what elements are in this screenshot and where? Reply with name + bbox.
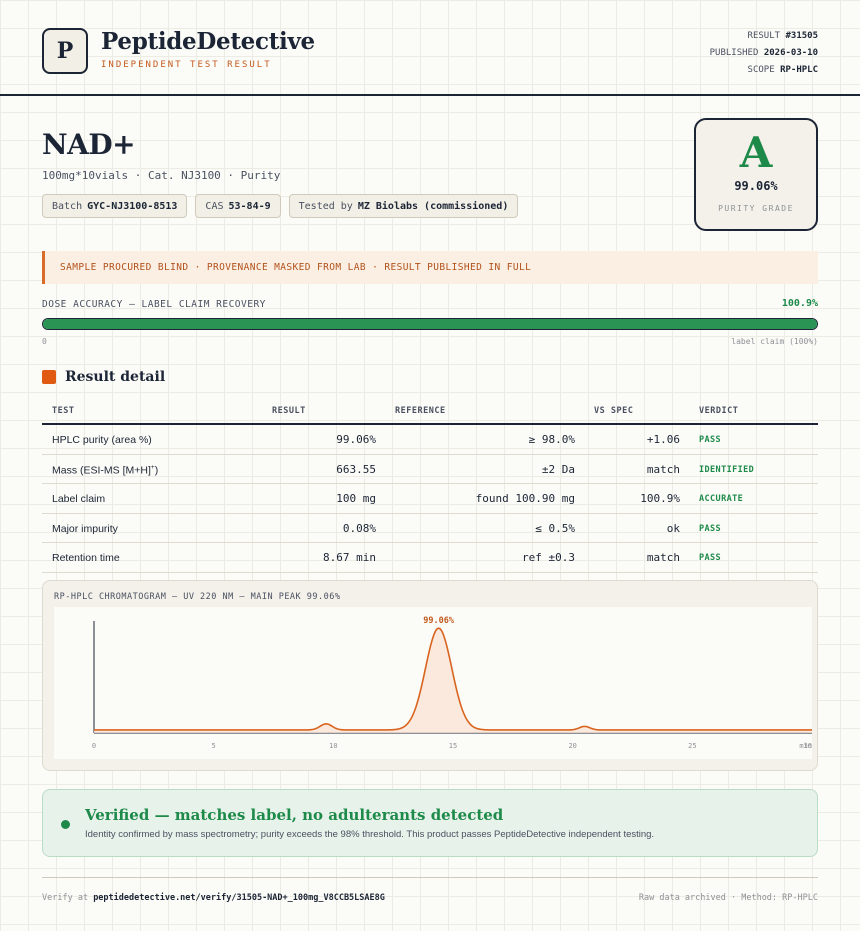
cell-verdict: ACCURATE xyxy=(699,494,744,504)
result-detail-heading: Result detail xyxy=(42,369,165,385)
verified-dot-icon xyxy=(61,820,70,829)
cell-result: 99.06% xyxy=(336,433,376,446)
cell-test: Mass (ESI-MS [M+H]+) xyxy=(52,464,158,477)
col-test: TEST xyxy=(52,406,75,416)
report-meta: RESULT #31505 PUBLISHED 2026-03-10 SCOPE… xyxy=(710,28,818,79)
cell-reference: ref ±0.3 xyxy=(522,551,575,564)
batch-chip-label: Batch xyxy=(52,200,83,212)
cell-result: 663.55 xyxy=(336,462,376,476)
table-row: Label claim 100 mg found 100.90 mg 100.9… xyxy=(42,484,818,514)
cell-test: Retention time xyxy=(52,552,120,564)
brand-tagline: INDEPENDENT TEST RESULT xyxy=(101,60,272,70)
cell-reference: found 100.90 mg xyxy=(475,492,575,505)
published-date: 2026-03-10 xyxy=(763,48,818,58)
verified-description: Identity confirmed by mass spectrometry;… xyxy=(85,829,655,840)
tested-by-chip-value: MZ Biolabs (commissioned) xyxy=(357,200,509,212)
footer-divider xyxy=(42,877,818,878)
cell-test: HPLC purity (area %) xyxy=(52,434,152,446)
table-row: Retention time 8.67 min ref ±0.3 match P… xyxy=(42,543,818,573)
cas-chip-value: 53-84-9 xyxy=(228,200,271,212)
cell-vs-spec: match xyxy=(646,462,680,476)
brand-logo: P xyxy=(42,28,88,74)
product-name: NAD+ xyxy=(42,128,136,161)
verify-link[interactable]: peptidedetective.net/verify/31505-NAD+_1… xyxy=(93,893,385,903)
chromatogram-plot: 0 5 10 15 20 25 30 min 99.06% xyxy=(54,607,812,759)
col-vs-spec: VS SPEC xyxy=(594,406,634,416)
report-header: P PeptideDetective INDEPENDENT TEST RESU… xyxy=(0,0,860,96)
cell-result: 0.08% xyxy=(342,521,376,535)
table-row: Major impurity 0.08% ≤ 0.5% ok PASS xyxy=(42,514,818,543)
cas-chip-label: CAS xyxy=(205,200,224,212)
procurement-banner: SAMPLE PROCURED BLIND · PROVENANCE MASKE… xyxy=(42,251,818,284)
result-label: RESULT xyxy=(747,31,781,41)
main-peak-label: 99.06% xyxy=(423,616,455,626)
x-tick-label: 10 xyxy=(329,742,337,750)
chromatogram-area xyxy=(94,628,812,733)
cell-verdict: PASS xyxy=(699,553,722,563)
x-unit-label: min xyxy=(799,742,812,750)
chromatogram-panel: RP-HPLC CHROMATOGRAM — UV 220 NM — MAIN … xyxy=(42,580,818,771)
dose-accuracy-value: 100.9% xyxy=(781,298,818,309)
dose-progress-fill xyxy=(43,319,817,329)
cell-vs-spec: +1.06 xyxy=(646,433,680,446)
cell-verdict: PASS xyxy=(699,523,722,534)
batch-chip-value: GYC-NJ3100-8513 xyxy=(87,200,178,212)
cell-reference: ≥ 98.0% xyxy=(528,433,575,446)
x-tick-labels: 0 5 10 15 20 25 30min xyxy=(92,742,812,750)
batch-chip: Batch GYC-NJ3100-8513 xyxy=(42,194,188,218)
footer-verify: Verify at peptidedetective.net/verify/31… xyxy=(42,893,385,903)
brand-name: PeptideDetective xyxy=(101,28,315,55)
col-verdict: VERDICT xyxy=(699,406,739,416)
col-result: RESULT xyxy=(272,406,306,416)
chromatogram-svg: 0 5 10 15 20 25 30min 99.06% xyxy=(92,616,812,750)
dose-progress-bar xyxy=(42,318,818,330)
x-tick-label: 5 xyxy=(212,742,216,750)
cell-test: Major impurity xyxy=(52,522,118,535)
footer-method: Raw data archived · Method: RP-HPLC xyxy=(638,893,818,903)
tested-by-chip-label: Tested by xyxy=(298,200,353,212)
cell-reference: ≤ 0.5% xyxy=(535,521,575,535)
x-tick-label: 20 xyxy=(568,742,576,750)
cas-chip: CAS 53-84-9 xyxy=(195,194,281,218)
published-label: PUBLISHED xyxy=(709,48,759,58)
product-chips: Batch GYC-NJ3100-8513 CAS 53-84-9 Tested b… xyxy=(42,194,519,218)
purity-grade-card: A 99.06% PURITY GRADE xyxy=(694,118,818,231)
scope-label: SCOPE xyxy=(747,65,775,75)
cell-result: 100 mg xyxy=(336,492,376,505)
chromatogram-title: RP-HPLC CHROMATOGRAM — UV 220 NM — MAIN … xyxy=(54,592,341,602)
cell-verdict: IDENTIFIED xyxy=(699,464,755,475)
x-tick-label: 15 xyxy=(449,742,457,750)
section-marker-icon xyxy=(42,370,56,384)
dose-bar-min: 0 xyxy=(42,337,47,346)
table-header-row: TEST RESULT REFERENCE VS SPEC VERDICT xyxy=(42,400,818,425)
product-subtitle: 100mg*10vials · Cat. NJ3100 · Purity xyxy=(42,169,281,182)
cell-test-text: Mass (ESI-MS [M+H] xyxy=(52,464,151,476)
cell-reference: ±2 Da xyxy=(541,462,575,476)
x-tick-label: 25 xyxy=(688,742,696,750)
cell-test: Label claim xyxy=(52,493,106,505)
cell-test-end: ) xyxy=(154,464,159,476)
dose-bar-max: label claim (100%) xyxy=(731,337,818,346)
verified-title: Verified — matches label, no adulterants… xyxy=(85,806,504,824)
grade-value: 99.06% xyxy=(734,179,778,193)
cell-vs-spec: ok xyxy=(666,521,680,535)
verify-prefix: Verify at xyxy=(42,893,89,903)
cell-vs-spec: 100.9% xyxy=(640,492,680,505)
dose-accuracy-label: DOSE ACCURACY — LABEL CLAIM RECOVERY xyxy=(42,299,266,310)
verified-banner: Verified — matches label, no adulterants… xyxy=(42,789,818,857)
cell-result: 8.67 min xyxy=(323,551,376,564)
table-row: HPLC purity (area %) 99.06% ≥ 98.0% +1.0… xyxy=(42,425,818,455)
col-reference: REFERENCE xyxy=(395,406,446,416)
scope-value: RP-HPLC xyxy=(780,65,818,75)
result-id: #31505 xyxy=(785,31,818,41)
table-row: Mass (ESI-MS [M+H]+) 663.55 ±2 Da match … xyxy=(42,455,818,484)
tested-by-chip: Tested by MZ Biolabs (commissioned) xyxy=(288,194,519,218)
section-title: Result detail xyxy=(65,369,166,385)
cell-verdict: PASS xyxy=(699,435,722,445)
result-table: TEST RESULT REFERENCE VS SPEC VERDICT HP… xyxy=(42,400,818,573)
grade-letter: A xyxy=(739,128,773,177)
grade-label: PURITY GRADE xyxy=(718,204,794,213)
x-tick-label: 0 xyxy=(92,742,96,750)
cell-vs-spec: match xyxy=(646,551,680,564)
